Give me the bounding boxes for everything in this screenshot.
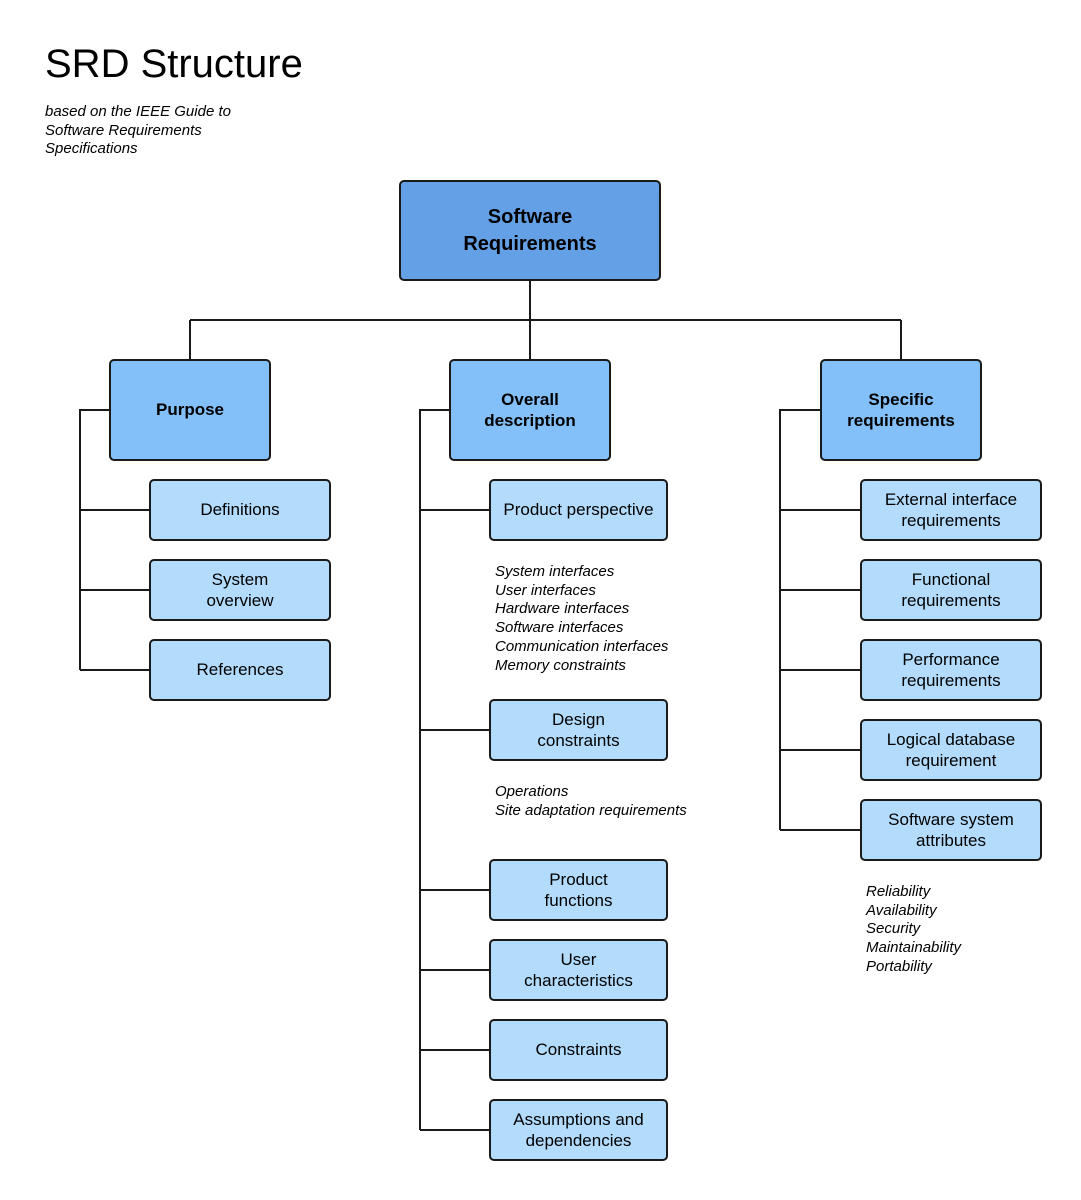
node-label: Software Requirements [463,205,597,255]
node-label: Design constraints [537,709,620,751]
note-item: Software interfaces [495,619,624,637]
node-label: Product perspective [503,500,654,520]
node-label: Specific requirements [847,389,955,431]
node-label: Software system attributes [888,809,1014,851]
node-user-characteristics[interactable]: User characteristics [489,939,668,1001]
node-label: References [196,660,284,680]
product-perspective-notes: System interfaces User interfaces Hardwa… [495,563,668,675]
node-references[interactable]: References [149,639,331,701]
note-item: Site adaptation requirements [495,801,687,819]
connector-overall-spine [419,409,450,1130]
note-item: Reliability [866,883,931,900]
node-logical-database-requirement[interactable]: Logical database requirement [860,719,1042,781]
node-software-requirements[interactable]: Software Requirements [399,180,661,281]
note-item: Memory constraints [495,656,626,674]
node-product-perspective[interactable]: Product perspective [489,479,668,541]
node-system-overview[interactable]: System overview [149,559,331,621]
node-purpose[interactable]: Purpose [109,359,271,461]
node-label: Assumptions and dependencies [513,1109,644,1151]
note-item: Communication interfaces [495,637,669,655]
note-item: Security [866,920,921,938]
note-item: System interfaces [495,563,615,580]
node-performance-requirements[interactable]: Performance requirements [860,639,1042,701]
node-external-interface-requirements[interactable]: External interface requirements [860,479,1042,541]
node-label: Purpose [155,400,225,420]
node-label: Overall description [484,389,576,431]
connector-specific-spine [779,409,821,830]
note-item: Portability [866,957,932,975]
node-label: Performance requirements [901,649,1001,691]
node-constraints[interactable]: Constraints [489,1019,668,1081]
connector-purpose-spine [79,409,110,670]
node-label: Product functions [544,869,613,911]
node-label: Functional requirements [901,569,1001,611]
note-item: User interfaces [495,581,596,599]
node-label: Logical database requirement [886,729,1016,771]
node-label: Definitions [200,500,280,520]
note-item: Operations [495,783,569,800]
node-design-constraints[interactable]: Design constraints [489,699,668,761]
node-assumptions-dependencies[interactable]: Assumptions and dependencies [489,1099,668,1161]
node-definitions[interactable]: Definitions [149,479,331,541]
node-label: System overview [206,569,274,611]
node-product-functions[interactable]: Product functions [489,859,668,921]
note-item: Hardware interfaces [495,600,630,618]
node-functional-requirements[interactable]: Functional requirements [860,559,1042,621]
node-label: Constraints [535,1040,622,1060]
node-label: External interface requirements [884,489,1018,531]
node-specific-requirements[interactable]: Specific requirements [820,359,982,461]
note-item: Availability [866,901,937,919]
note-item: Maintainability [866,939,962,957]
node-overall-description[interactable]: Overall description [449,359,611,461]
node-label: User characteristics [524,949,633,991]
software-system-attributes-notes: Reliability Availability Security Mainta… [866,883,961,977]
node-software-system-attributes[interactable]: Software system attributes [860,799,1042,861]
design-constraints-notes: Operations Site adaptation requirements [495,783,687,820]
